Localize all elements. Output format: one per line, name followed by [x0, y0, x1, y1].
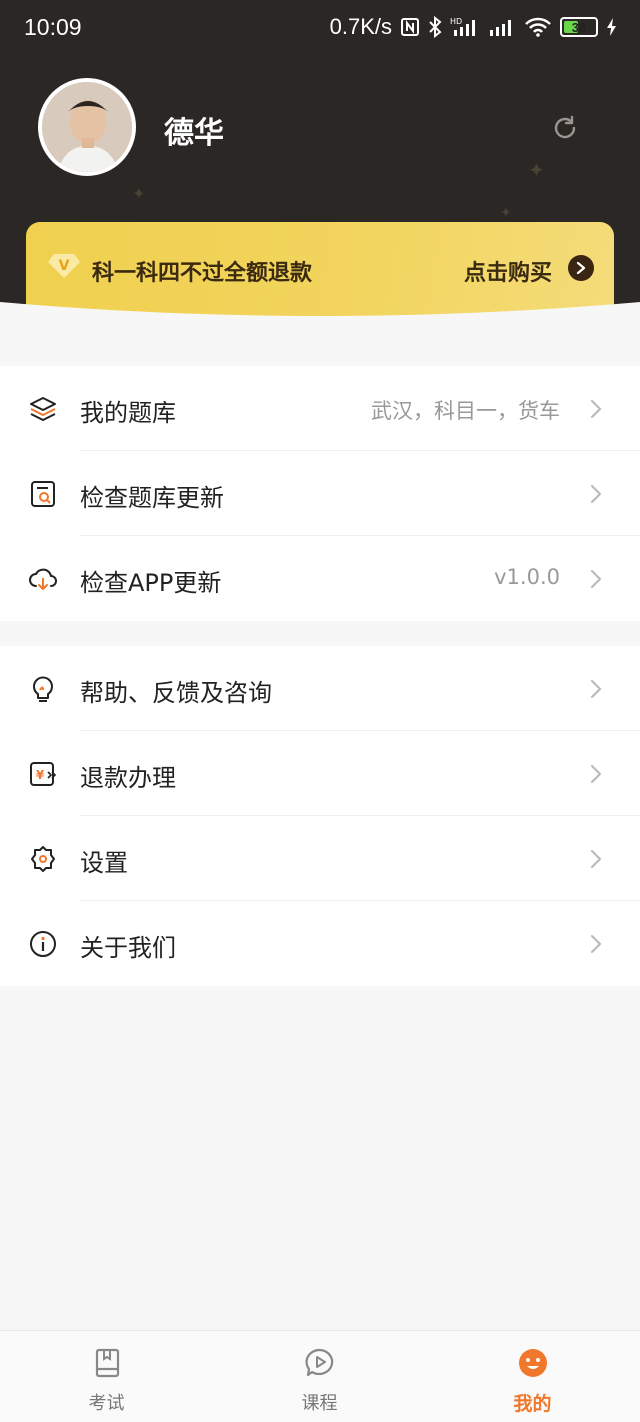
tab-label: 我的: [513, 1393, 552, 1415]
avatar[interactable]: [38, 78, 136, 176]
bottom-navigation: 考试 课程 我的: [0, 1330, 640, 1422]
menu-item-my-question-bank[interactable]: 我的题库 武汉，科目一，货车: [0, 366, 640, 451]
svg-text:HD: HD: [450, 17, 462, 26]
menu-item-label: 检查题库更新: [80, 484, 224, 512]
username[interactable]: 德华: [164, 108, 224, 152]
chevron-right-icon: [590, 849, 602, 869]
chevron-right-icon: [590, 569, 602, 589]
menu-item-refund[interactable]: ¥ 退款办理: [0, 731, 640, 816]
app-version: v1.0.0: [494, 565, 560, 589]
menu-item-label: 设置: [80, 849, 128, 877]
chevron-right-icon[interactable]: [568, 255, 594, 281]
info-icon: [30, 931, 56, 957]
status-bar: 10:09 0.7K/s HD 38: [0, 0, 640, 58]
menu-group-support: 帮助、反馈及咨询 ¥ 退款办理 设置 关于我们: [0, 646, 640, 986]
refund-icon: ¥: [30, 762, 57, 786]
battery-icon: 38: [560, 17, 598, 37]
signal-icon: [490, 20, 511, 36]
hd-signal-icon: HD: [450, 17, 475, 36]
doc-search-icon: [31, 481, 55, 507]
layers-icon: [30, 397, 56, 421]
chevron-right-icon: [590, 934, 602, 954]
cloud-download-icon: [29, 568, 57, 590]
menu-item-help-feedback[interactable]: 帮助、反馈及咨询: [0, 646, 640, 731]
sparkle-decoration: ✦: [528, 158, 545, 182]
chevron-right-icon: [590, 679, 602, 699]
svg-text:¥: ¥: [36, 768, 45, 782]
menu-item-value: 武汉，科目一，货车: [371, 399, 560, 423]
vip-badge-letter: V: [59, 258, 70, 274]
menu-item-label: 帮助、反馈及咨询: [80, 679, 272, 707]
tab-label: 课程: [301, 1393, 338, 1414]
menu-item-label: 检查APP更新: [80, 569, 222, 597]
menu-item-check-app-update[interactable]: 检查APP更新 v1.0.0: [0, 536, 640, 621]
chevron-right-icon: [590, 399, 602, 419]
chevron-right-icon: [590, 764, 602, 784]
menu-item-label: 关于我们: [80, 934, 176, 962]
chevron-right-icon: [590, 484, 602, 504]
network-speed: 0.7K/s: [329, 14, 392, 39]
exam-book-icon: [95, 1348, 119, 1378]
nfc-icon: [401, 18, 419, 36]
sparkle-decoration: ✦: [500, 205, 512, 221]
course-play-icon: [304, 1348, 333, 1377]
tab-label: 考试: [88, 1393, 125, 1414]
tab-exam[interactable]: 考试: [0, 1331, 213, 1422]
menu-item-about-us[interactable]: 关于我们: [0, 901, 640, 986]
buy-button[interactable]: 点击购买: [464, 255, 552, 287]
avatar-image: [42, 82, 132, 172]
menu-item-check-bank-update[interactable]: 检查题库更新: [0, 451, 640, 536]
lightbulb-icon: [33, 676, 53, 702]
status-icons: 0.7K/s HD 38: [330, 14, 618, 40]
sparkle-decoration: ✦: [132, 184, 146, 203]
menu-item-settings[interactable]: 设置: [0, 816, 640, 901]
charging-icon: [607, 18, 616, 36]
battery-level: 38: [571, 19, 587, 35]
refresh-icon[interactable]: [551, 114, 579, 142]
tab-course[interactable]: 课程: [213, 1331, 426, 1422]
vip-diamond-icon: V: [48, 254, 80, 278]
wifi-icon: [525, 17, 551, 37]
menu-item-label: 退款办理: [80, 764, 176, 792]
profile-smile-icon: [518, 1349, 547, 1377]
gear-icon: [31, 846, 55, 872]
tab-mine[interactable]: 我的: [426, 1331, 639, 1422]
vip-banner-text: 科一科四不过全额退款: [92, 261, 313, 286]
profile-header: ✦ ✦ ✦ 10:09 0.7K/s HD 38 德华 V 科一科四不过全额退款…: [0, 0, 640, 330]
header-curve: [0, 302, 640, 348]
status-time: 10:09: [24, 14, 82, 40]
bluetooth-icon: [429, 16, 442, 38]
menu-group-question-bank: 我的题库 武汉，科目一，货车 检查题库更新 检查APP更新 v1.0.0: [0, 366, 640, 621]
menu-item-label: 我的题库: [80, 399, 176, 427]
